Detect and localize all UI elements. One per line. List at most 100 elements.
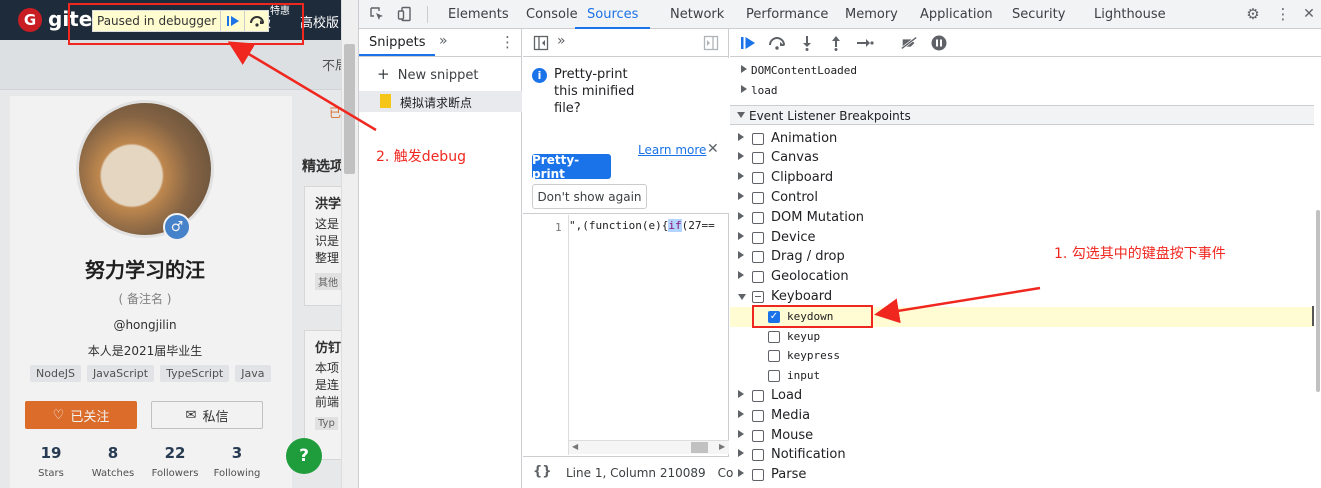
collapsed-arrow-icon[interactable] <box>738 469 744 478</box>
deactivate-breakpoints-button[interactable] <box>900 34 918 52</box>
debugger-scrollbar-thumb[interactable] <box>1316 210 1320 392</box>
checkbox[interactable] <box>752 231 764 244</box>
inspect-element-icon[interactable] <box>367 4 387 24</box>
checkbox[interactable] <box>752 429 764 442</box>
checkbox[interactable] <box>752 172 764 185</box>
checkbox[interactable] <box>768 350 780 363</box>
collapsed-arrow-icon[interactable] <box>738 172 744 181</box>
category-geolocation[interactable]: Geolocation <box>730 267 1314 287</box>
tab-application[interactable]: Application <box>920 0 993 29</box>
resume-script-button[interactable] <box>739 34 757 52</box>
checkbox[interactable] <box>768 330 780 343</box>
gitee-logo-icon[interactable]: G <box>18 8 42 32</box>
dont-show-again-button[interactable]: Don't show again <box>532 184 647 209</box>
checkbox[interactable] <box>752 251 764 264</box>
event-keyup[interactable]: keyup <box>730 327 1314 347</box>
editor-horizontal-scrollbar[interactable]: ◀ ▶ <box>569 440 729 454</box>
collapsed-arrow-icon[interactable] <box>738 271 744 280</box>
category-notification[interactable]: Notification <box>730 445 1314 465</box>
more-tabs-chevron-icon[interactable]: » <box>439 33 448 49</box>
tab-elements[interactable]: Elements <box>448 0 509 29</box>
editor-scrollbar-thumb[interactable] <box>691 442 708 453</box>
collapsed-arrow-icon[interactable] <box>738 192 744 200</box>
collapsed-arrow-icon[interactable] <box>738 449 744 458</box>
tab-lighthouse[interactable]: Lighthouse <box>1094 0 1166 29</box>
category-canvas[interactable]: Canvas <box>730 148 1314 168</box>
navigator-menu-icon[interactable]: ⋮ <box>500 33 515 51</box>
category-media[interactable]: Media <box>730 406 1314 426</box>
pause-on-exceptions-button[interactable] <box>930 34 948 52</box>
toggle-navigator-icon[interactable] <box>533 35 549 54</box>
more-options-icon[interactable]: ⋮ <box>1273 4 1293 24</box>
tab-memory[interactable]: Memory <box>845 0 898 29</box>
close-devtools-icon[interactable]: ✕ <box>1299 4 1319 24</box>
checkbox[interactable] <box>752 469 764 482</box>
category-parse[interactable]: Parse <box>730 465 1314 485</box>
collapsed-arrow-icon[interactable] <box>738 152 744 161</box>
checkbox[interactable] <box>752 211 764 224</box>
checkbox[interactable] <box>752 409 764 422</box>
tab-console[interactable]: Console <box>526 0 578 29</box>
dom-event-row[interactable]: load <box>730 81 1314 101</box>
category-animation[interactable]: Animation <box>730 129 1314 149</box>
tab-security[interactable]: Security <box>1012 0 1065 29</box>
checkbox[interactable] <box>752 192 764 204</box>
collapsed-arrow-icon[interactable] <box>738 251 744 260</box>
checkbox[interactable] <box>752 271 764 284</box>
header-nav-university[interactable]: 高校版 <box>300 12 339 31</box>
tab-snippets[interactable]: Snippets <box>369 35 425 50</box>
tab-sources[interactable]: Sources <box>575 0 651 29</box>
event-listener-breakpoints-header[interactable]: Event Listener Breakpoints <box>730 104 1314 126</box>
close-infobar-icon[interactable]: ✕ <box>707 141 719 157</box>
collapsed-arrow-icon[interactable] <box>738 132 744 141</box>
code-line[interactable]: ",(function(e){if(27== <box>569 219 729 232</box>
collapsed-arrow-icon[interactable] <box>741 84 747 93</box>
collapsed-arrow-icon[interactable] <box>738 231 744 240</box>
pretty-print-braces-icon[interactable]: {} <box>533 464 552 479</box>
step-into-button[interactable] <box>798 34 816 52</box>
device-toolbar-icon[interactable] <box>395 4 415 24</box>
scroll-left-icon[interactable]: ◀ <box>572 442 578 451</box>
pretty-print-button[interactable]: Pretty-print <box>532 153 611 181</box>
checkbox[interactable] <box>752 291 764 303</box>
scroll-right-icon[interactable]: ▶ <box>719 442 725 451</box>
checkbox[interactable] <box>752 449 764 462</box>
category-drag-drop[interactable]: Drag / drop <box>730 247 1314 267</box>
line-gutter[interactable] <box>523 215 569 455</box>
category-clipboard[interactable]: Clipboard <box>730 168 1314 188</box>
expanded-arrow-icon[interactable] <box>738 294 746 300</box>
help-button[interactable]: ? <box>286 438 322 474</box>
checkbox[interactable] <box>752 390 764 402</box>
category-control[interactable]: Control <box>730 188 1314 208</box>
event-input[interactable]: input <box>730 366 1314 386</box>
collapsed-arrow-icon[interactable] <box>738 390 744 398</box>
learn-more-link[interactable]: Learn more <box>638 143 706 157</box>
checkbox[interactable] <box>768 370 780 383</box>
tab-network[interactable]: Network <box>670 0 724 29</box>
collapsed-arrow-icon[interactable] <box>738 429 744 438</box>
page-scrollbar-thumb[interactable] <box>344 44 355 174</box>
toggle-debugger-icon[interactable] <box>703 35 719 54</box>
tab-performance[interactable]: Performance <box>746 0 828 29</box>
snippet-item[interactable]: 模拟请求断点 <box>359 91 522 112</box>
step-over-button[interactable] <box>768 34 786 52</box>
step-button[interactable] <box>856 34 874 52</box>
step-out-button[interactable] <box>827 34 845 52</box>
checkbox[interactable] <box>752 152 764 165</box>
category-keyboard[interactable]: Keyboard <box>730 287 1314 307</box>
collapsed-arrow-icon[interactable] <box>738 409 744 418</box>
category-dom-mutation[interactable]: DOM Mutation <box>730 208 1314 228</box>
collapsed-arrow-icon[interactable] <box>741 65 747 73</box>
new-snippet-button[interactable]: + New snippet <box>377 65 478 83</box>
category-device[interactable]: Device <box>730 228 1314 248</box>
dom-event-row[interactable]: DOMContentLoaded <box>730 61 1314 81</box>
category-mouse[interactable]: Mouse <box>730 426 1314 446</box>
more-files-chevron-icon[interactable]: » <box>557 33 566 49</box>
settings-gear-icon[interactable]: ⚙ <box>1243 4 1263 24</box>
checkbox[interactable] <box>752 132 764 145</box>
expanded-arrow-icon[interactable] <box>730 106 750 126</box>
event-keypress[interactable]: keypress <box>730 346 1314 366</box>
line-number[interactable]: 1 <box>555 221 562 234</box>
category-load[interactable]: Load <box>730 386 1314 406</box>
collapsed-arrow-icon[interactable] <box>738 211 744 220</box>
